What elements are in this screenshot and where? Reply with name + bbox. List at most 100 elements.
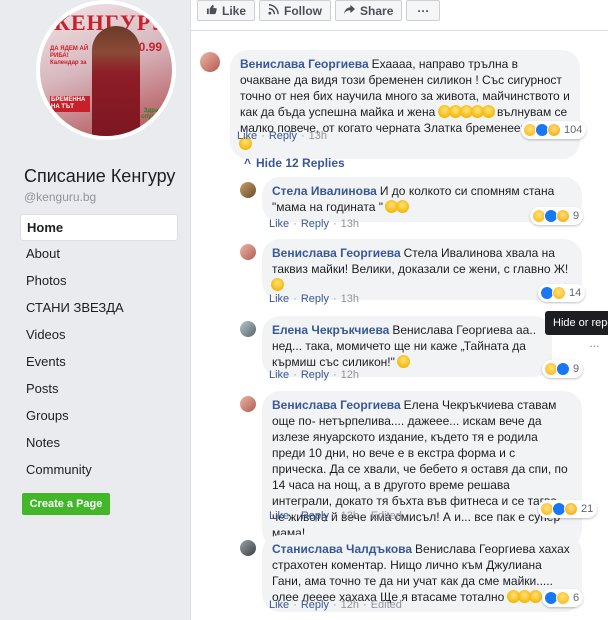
comment-author[interactable]: Стела Ивалинова <box>272 184 377 198</box>
reply-link[interactable]: Reply <box>301 510 329 522</box>
edited-label: Edited <box>370 510 402 522</box>
like-link[interactable]: Like <box>269 510 289 522</box>
reply-link[interactable]: Reply <box>301 369 329 381</box>
comment-bubble: Венислава Георгиева Елена Чекръкчиева ста… <box>262 391 582 548</box>
laughing-emoji-icon <box>271 278 284 291</box>
reactions-badge[interactable]: 9 <box>542 360 584 378</box>
like-link[interactable]: Like <box>269 369 289 381</box>
comment-author[interactable]: Венислава Георгиева <box>272 246 401 260</box>
reactions-badge[interactable]: 14 <box>538 284 586 302</box>
comment-actions: Like · Reply · 13h <box>237 130 328 142</box>
timestamp[interactable]: 12h <box>341 599 359 611</box>
nav-item-groups[interactable]: Groups <box>20 403 178 430</box>
cover-tagline-green: Здрав спусък <box>141 108 162 120</box>
page-profile-picture[interactable]: КЕНГУРУ ДА ЯДЕМ АЙ РИБА! Календар за БРЕ… <box>36 0 176 140</box>
comment-actions: Like · Reply · 12h · Edited <box>269 510 402 522</box>
like-page-button[interactable]: Like <box>197 0 256 21</box>
rofl-emoji-icon <box>528 590 542 603</box>
comment-actions: Like · Reply · 13h <box>269 218 360 230</box>
page-nav: Home About Photos СТАНИ ЗВЕЗДА Videos Ev… <box>20 214 178 484</box>
thumbs-up-icon <box>206 4 217 18</box>
edited-label: Edited <box>370 599 402 611</box>
like-reaction-icon <box>556 362 570 376</box>
follow-page-button[interactable]: Follow <box>259 0 332 21</box>
laughing-emoji-icon <box>481 105 495 118</box>
page-name[interactable]: Списание Кенгуру <box>24 166 175 187</box>
comment-actions: Like · Reply · 12h · Edited <box>269 599 402 611</box>
page-handle[interactable]: @kenguru.bg <box>24 190 96 204</box>
hide-or-report-tooltip: Hide or repo <box>545 311 608 335</box>
nav-item-events[interactable]: Events <box>20 349 178 376</box>
cover-tagline: ДА ЯДЕМ АЙ РИБА! <box>50 46 89 59</box>
hide-replies-link[interactable]: ^ Hide 12 Replies <box>244 156 345 170</box>
reactions-badge[interactable]: 9 <box>530 207 584 225</box>
timestamp[interactable]: 12h <box>341 510 359 522</box>
nav-item-posts[interactable]: Posts <box>20 376 178 403</box>
nav-item-stani-zvezda[interactable]: СТАНИ ЗВЕЗДА <box>20 295 178 322</box>
nav-item-notes[interactable]: Notes <box>20 430 178 457</box>
wow-reaction-icon <box>547 123 561 137</box>
reaction-count: 9 <box>573 363 580 375</box>
more-options-button[interactable]: ··· <box>406 0 441 21</box>
comment-author[interactable]: Елена Чекръкчиева <box>272 323 389 337</box>
reactions-badge[interactable]: 21 <box>538 500 598 518</box>
comment-author[interactable]: Венислава Георгиева <box>272 398 401 412</box>
avatar[interactable] <box>240 321 256 337</box>
like-label: Like <box>222 3 247 18</box>
comment-author[interactable]: Венислава Георгиева <box>240 57 369 71</box>
comment-bubble: Венислава Георгиева Стела Ивалинова хвала… <box>262 239 582 300</box>
nav-item-photos[interactable]: Photos <box>20 268 178 295</box>
timestamp[interactable]: 13h <box>309 130 327 142</box>
left-sidebar: КЕНГУРУ ДА ЯДЕМ АЙ РИБА! Календар за БРЕ… <box>0 0 190 620</box>
like-link[interactable]: Like <box>269 599 289 611</box>
reaction-count: 21 <box>581 503 594 515</box>
reply-link[interactable]: Reply <box>301 218 329 230</box>
nav-item-videos[interactable]: Videos <box>20 322 178 349</box>
hide-replies-label: Hide 12 Replies <box>256 156 345 170</box>
timestamp[interactable]: 12h <box>341 369 359 381</box>
laughing-emoji-icon <box>396 200 410 213</box>
chevron-up-icon: ^ <box>244 156 252 170</box>
reaction-count: 14 <box>569 287 582 299</box>
like-link[interactable]: Like <box>237 130 257 142</box>
reply-link[interactable]: Reply <box>301 293 329 305</box>
reactions-badge[interactable]: 6 <box>542 589 584 607</box>
avatar[interactable] <box>240 540 256 556</box>
cover-model-image <box>92 26 140 136</box>
reaction-count: 6 <box>573 592 580 604</box>
wow-reaction-icon <box>564 502 578 516</box>
avatar[interactable] <box>240 244 256 260</box>
comment-bubble: Венислава Георгиева Ехаааа, направо трълн… <box>230 50 580 159</box>
divider <box>191 30 608 31</box>
share-page-button[interactable]: Share <box>335 0 403 21</box>
reactions-badge[interactable]: 104 <box>521 121 587 139</box>
follow-label: Follow <box>284 3 323 18</box>
comment-actions: Like · Reply · 12h <box>269 369 360 381</box>
cover-price: 0.99 <box>138 40 162 54</box>
comment-bubble: Елена Чекръкчиева Венислава Георгиева аа.… <box>262 316 552 377</box>
haha-reaction-icon <box>552 286 566 300</box>
rss-icon <box>268 3 279 18</box>
like-link[interactable]: Like <box>269 218 289 230</box>
create-page-button[interactable]: Create a Page <box>22 493 110 515</box>
share-arrow-icon <box>344 4 356 18</box>
haha-reaction-icon <box>556 591 570 605</box>
reaction-count: 104 <box>564 124 583 136</box>
cover-tagline: Календар за <box>50 60 87 66</box>
nav-item-home[interactable]: Home <box>20 214 178 241</box>
timestamp[interactable]: 13h <box>341 293 359 305</box>
timestamp[interactable]: 13h <box>341 218 359 230</box>
nav-item-about[interactable]: About <box>20 241 178 268</box>
avatar[interactable] <box>200 52 220 72</box>
nav-item-community[interactable]: Community <box>20 457 178 484</box>
wow-reaction-icon <box>556 209 570 223</box>
page-action-bar: Like Follow Share ··· <box>197 0 441 22</box>
avatar[interactable] <box>240 396 256 412</box>
comment-options-icon[interactable]: ··· <box>589 338 600 353</box>
comment-author[interactable]: Станислава Чалдъкова <box>272 542 412 556</box>
avatar[interactable] <box>240 182 256 198</box>
comment-actions: Like · Reply · 13h <box>269 293 360 305</box>
like-link[interactable]: Like <box>269 293 289 305</box>
reply-link[interactable]: Reply <box>301 599 329 611</box>
reply-link[interactable]: Reply <box>269 130 297 142</box>
